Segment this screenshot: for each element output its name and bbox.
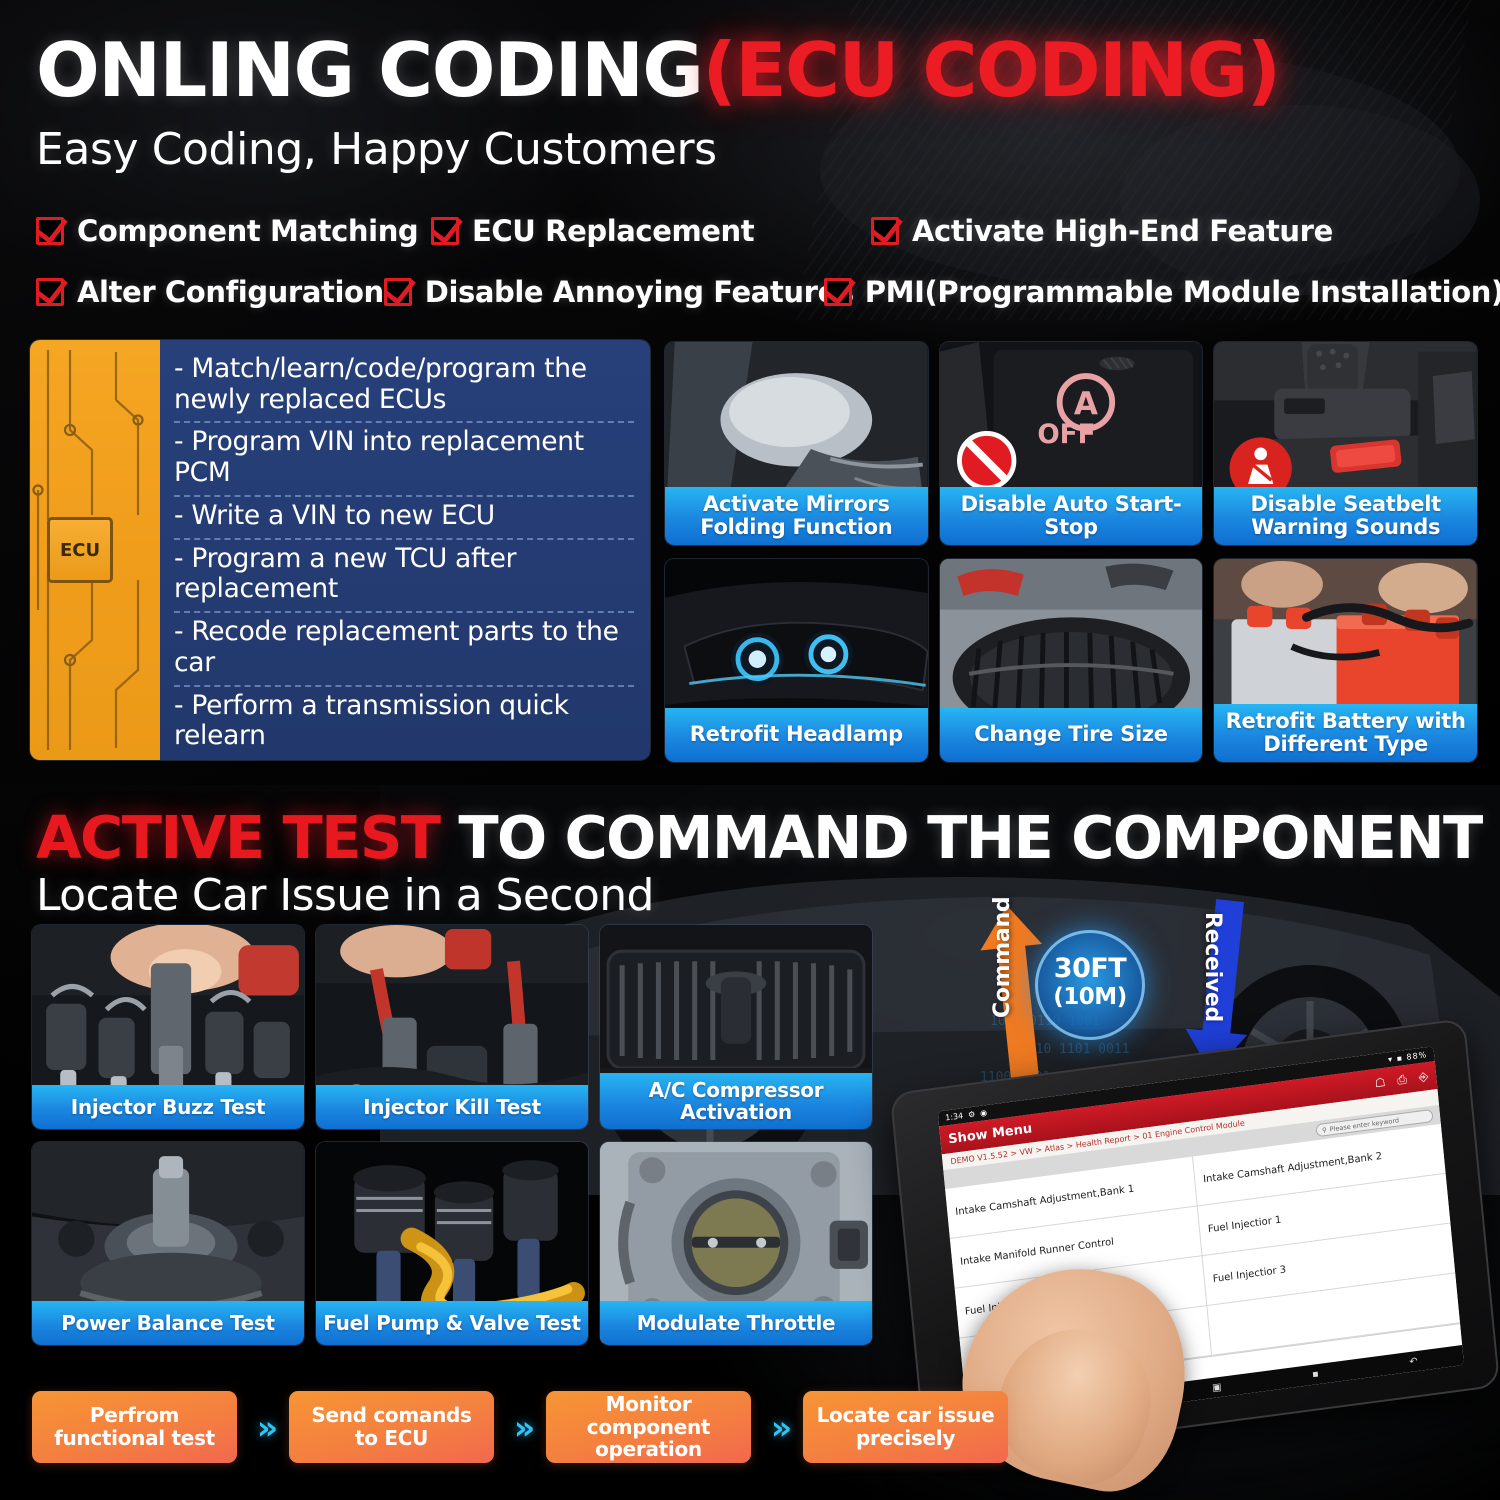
test-card[interactable]: Fuel Pump & Valve Test [316,1141,588,1345]
example-card[interactable]: Retrofit Headlamp [665,559,928,762]
ecu-bullet: - Program VIN into replacement PCM [174,423,634,497]
feature-item: Alter Configuration [36,275,384,309]
ecu-bullet: - Program a new TCU after replacement [174,540,634,614]
feature-label: Activate High-End Feature [912,213,1333,248]
feature-item: ECU Replacement [431,214,871,248]
example-caption: Retrofit Battery with Different Type [1214,703,1477,762]
wireless-range-badge: 30FT (10M) [1035,930,1145,1040]
checkbox-checked-icon [36,216,64,245]
feature-item: Activate High-End Feature [871,214,1466,248]
page-subtitle: Easy Coding, Happy Customers [36,124,717,175]
feature-item: Disable Annoying Features [383,275,854,309]
active-test-title-white: TO COMMAND THE COMPONENT [458,803,1483,872]
active-test-title: ACTIVE TEST TO COMMAND THE COMPONENT [36,808,1483,867]
page-title-white: ONLING CODING [36,26,704,114]
feature-item: Component Matching [36,214,431,248]
exit-icon[interactable]: ⎆ [1418,1069,1429,1085]
feature-checklist: Component Matching ECU Replacement Activ… [36,200,1500,322]
test-caption: Power Balance Test [32,1301,304,1345]
vpn-icon: ◉ [979,1108,988,1118]
test-card[interactable]: A/C Compressor Activation [600,925,872,1129]
gear-icon: ⚙ [967,1109,976,1120]
workflow-step: Perfrom functional test [32,1391,237,1463]
active-test-title-red: ACTIVE TEST [36,803,441,872]
checkbox-checked-icon [823,277,852,306]
page-title: ONLING CODING(ECU CODING) [36,33,1281,108]
circuit-board-graphic: ECU [30,340,160,760]
chevron-right-icon: » [513,1407,535,1447]
ecu-bullet: - Match/learn/code/program the newly rep… [174,350,634,424]
screenshot-icon[interactable]: ■ [1312,1369,1319,1381]
example-caption: Activate Mirrors Folding Function [665,486,928,545]
active-test-subtitle: Locate Car Issue in a Second [36,870,654,921]
range-distance-ft: 30FT [1053,953,1127,984]
camera-icon[interactable]: ▣ [1212,1381,1222,1393]
ecu-bullet: - Write a VIN to new ECU [174,497,634,540]
ecu-bullet: - Recode replacement parts to the car [174,613,634,687]
feature-label: ECU Replacement [472,213,755,248]
feature-item: PMI(Programmable Module Installation) [823,274,1500,309]
feature-label: Disable Annoying Features [424,274,854,309]
example-card[interactable]: Disable Seatbelt Warning Sounds [1214,342,1477,545]
ecu-bullet: - Perform a transmission quick relearn [174,689,569,752]
header-icons: ☖ ⎙ ⎆ [1374,1069,1429,1091]
workflow-steps: Perfrom functional test » Send comands t… [32,1388,1008,1466]
example-caption: Disable Auto Start-Stop [939,486,1203,545]
ecu-capabilities-panel: ECU - Match/learn/code/program the newly… [30,340,650,760]
checkbox-checked-icon [871,216,899,245]
test-card[interactable]: Power Balance Test [32,1141,304,1345]
ecu-bullet-list: - Match/learn/code/program the newly rep… [160,340,650,760]
workflow-step: Monitor component operation [546,1391,751,1463]
active-test-grid: Injector Buzz Test Injector Kill Test A/… [32,925,872,1345]
chevron-right-icon: » [256,1407,278,1447]
feature-label: Alter Configuration [77,274,384,309]
checkbox-checked-icon [36,277,64,306]
example-caption: Change Tire Size [939,708,1203,762]
page-title-red: (ECU CODING) [702,26,1281,114]
test-caption: Injector Buzz Test [32,1084,304,1129]
back-icon[interactable]: ↶ [1409,1355,1418,1367]
svg-text:A: A [1074,386,1098,422]
chevron-right-icon: » [770,1407,792,1447]
svg-text:OFF: OFF [1037,420,1095,450]
checkbox-checked-icon [383,277,412,306]
test-card[interactable]: Injector Buzz Test [32,925,304,1129]
workflow-step: Locate car issue precisely [803,1391,1008,1463]
example-caption: Disable Seatbelt Warning Sounds [1214,486,1477,545]
test-card[interactable]: Modulate Throttle [600,1141,872,1345]
range-distance-m: (10M) [1053,984,1127,1010]
coding-examples-grid: Activate Mirrors Folding Function A OFF … [665,342,1477,762]
workflow-step: Send comands to ECU [289,1391,494,1463]
checkbox-checked-icon [431,216,459,245]
feature-row: Alter Configuration Disable Annoying Fea… [36,261,1500,322]
example-caption: Retrofit Headlamp [665,708,928,762]
test-caption: A/C Compressor Activation [600,1072,872,1129]
home-icon[interactable]: ☖ [1374,1075,1386,1090]
search-icon: ⚲ [1321,1125,1328,1134]
example-card[interactable]: Retrofit Battery with Different Type [1214,559,1477,762]
ecu-chip-icon: ECU [47,517,113,583]
received-arrow-label: Received [1200,912,1225,1022]
status-time: 1:34 [944,1111,964,1123]
print-icon[interactable]: ⎙ [1397,1072,1408,1088]
test-caption: Fuel Pump & Valve Test [316,1301,588,1345]
feature-label: Component Matching [77,213,419,248]
example-card[interactable]: Change Tire Size [939,559,1203,762]
feature-row: Component Matching ECU Replacement Activ… [36,200,1466,261]
command-arrow-label: Command [990,896,1015,1018]
test-caption: Injector Kill Test [316,1084,588,1129]
test-card[interactable]: Injector Kill Test [316,925,588,1129]
feature-label: PMI(Programmable Module Installation) [864,274,1500,309]
infographic-page: ONLING CODING(ECU CODING) Easy Coding, H… [0,0,1500,1500]
example-card[interactable]: A OFF Disable Auto Start-Stop [939,342,1203,545]
example-card[interactable]: Activate Mirrors Folding Function [665,342,928,545]
test-caption: Modulate Throttle [600,1301,872,1345]
